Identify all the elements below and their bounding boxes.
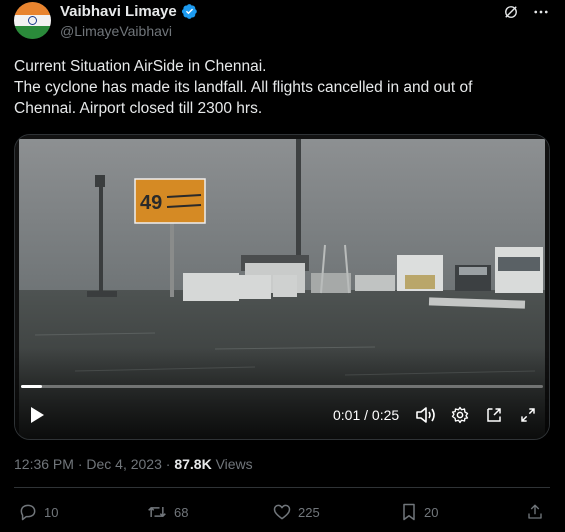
views-count: 87.8K (174, 456, 212, 472)
pip-button[interactable] (483, 405, 505, 425)
bookmark-button[interactable]: 20 (400, 502, 438, 522)
views-label: Views (211, 456, 253, 472)
bookmark-icon (403, 503, 415, 521)
tweet-meta: 12:36 PM · Dec 4, 2023 · 87.8K Views (14, 456, 253, 472)
reply-button[interactable]: 10 (18, 502, 58, 522)
tweet-timestamp[interactable]: 12:36 PM · Dec 4, 2023 (14, 456, 162, 472)
avatar-image (14, 2, 51, 39)
more-icon[interactable] (531, 2, 551, 22)
share-icon (528, 504, 542, 519)
header-actions (501, 2, 551, 22)
video-progress-fill (21, 385, 42, 388)
video-frame[interactable]: 49 (15, 135, 549, 439)
volume-icon (416, 407, 435, 423)
like-count: 225 (298, 504, 320, 520)
fullscreen-button[interactable] (517, 405, 539, 425)
repost-count: 68 (174, 504, 189, 520)
repost-icon (148, 507, 166, 517)
tweet-text-line: Current Situation AirSide in Chennai. (14, 58, 267, 75)
tweet-text-line: Chennai. Airport closed till 2300 hrs. (14, 100, 263, 117)
play-icon (31, 407, 44, 423)
reply-icon (20, 504, 36, 521)
video-time-display: 0:01 / 0:25 (333, 407, 400, 423)
tweet-text: Current Situation AirSide in Chennai. Th… (14, 56, 554, 119)
meta-separator: · (161, 456, 175, 472)
reply-count: 10 (44, 504, 59, 520)
tweet-actions: 10 68 225 20 (14, 502, 550, 524)
author-display-name[interactable]: Vaibhavi Limaye (60, 3, 177, 20)
bookmark-count: 20 (424, 504, 439, 520)
settings-icon (451, 406, 469, 424)
verified-badge-icon (181, 4, 197, 19)
avatar[interactable] (14, 2, 51, 39)
divider (14, 487, 550, 488)
video-progress-bar[interactable] (21, 385, 543, 388)
author-name-row[interactable]: Vaibhavi Limaye (60, 3, 198, 20)
volume-button[interactable] (415, 405, 437, 425)
share-button[interactable] (526, 502, 544, 522)
author-handle[interactable]: @LimayeVaibhavi (60, 23, 172, 39)
like-button[interactable]: 225 (272, 502, 320, 522)
pip-icon (487, 408, 501, 422)
tweet-text-line: The cyclone has made its landfall. All f… (14, 79, 473, 96)
like-icon (273, 504, 291, 520)
settings-button[interactable] (449, 405, 471, 425)
repost-button[interactable]: 68 (146, 502, 188, 522)
fullscreen-icon (521, 408, 535, 422)
grok-icon[interactable] (501, 2, 521, 22)
video-player[interactable]: 49 0:01 / 0:25 (14, 134, 550, 440)
play-button[interactable] (27, 405, 47, 425)
